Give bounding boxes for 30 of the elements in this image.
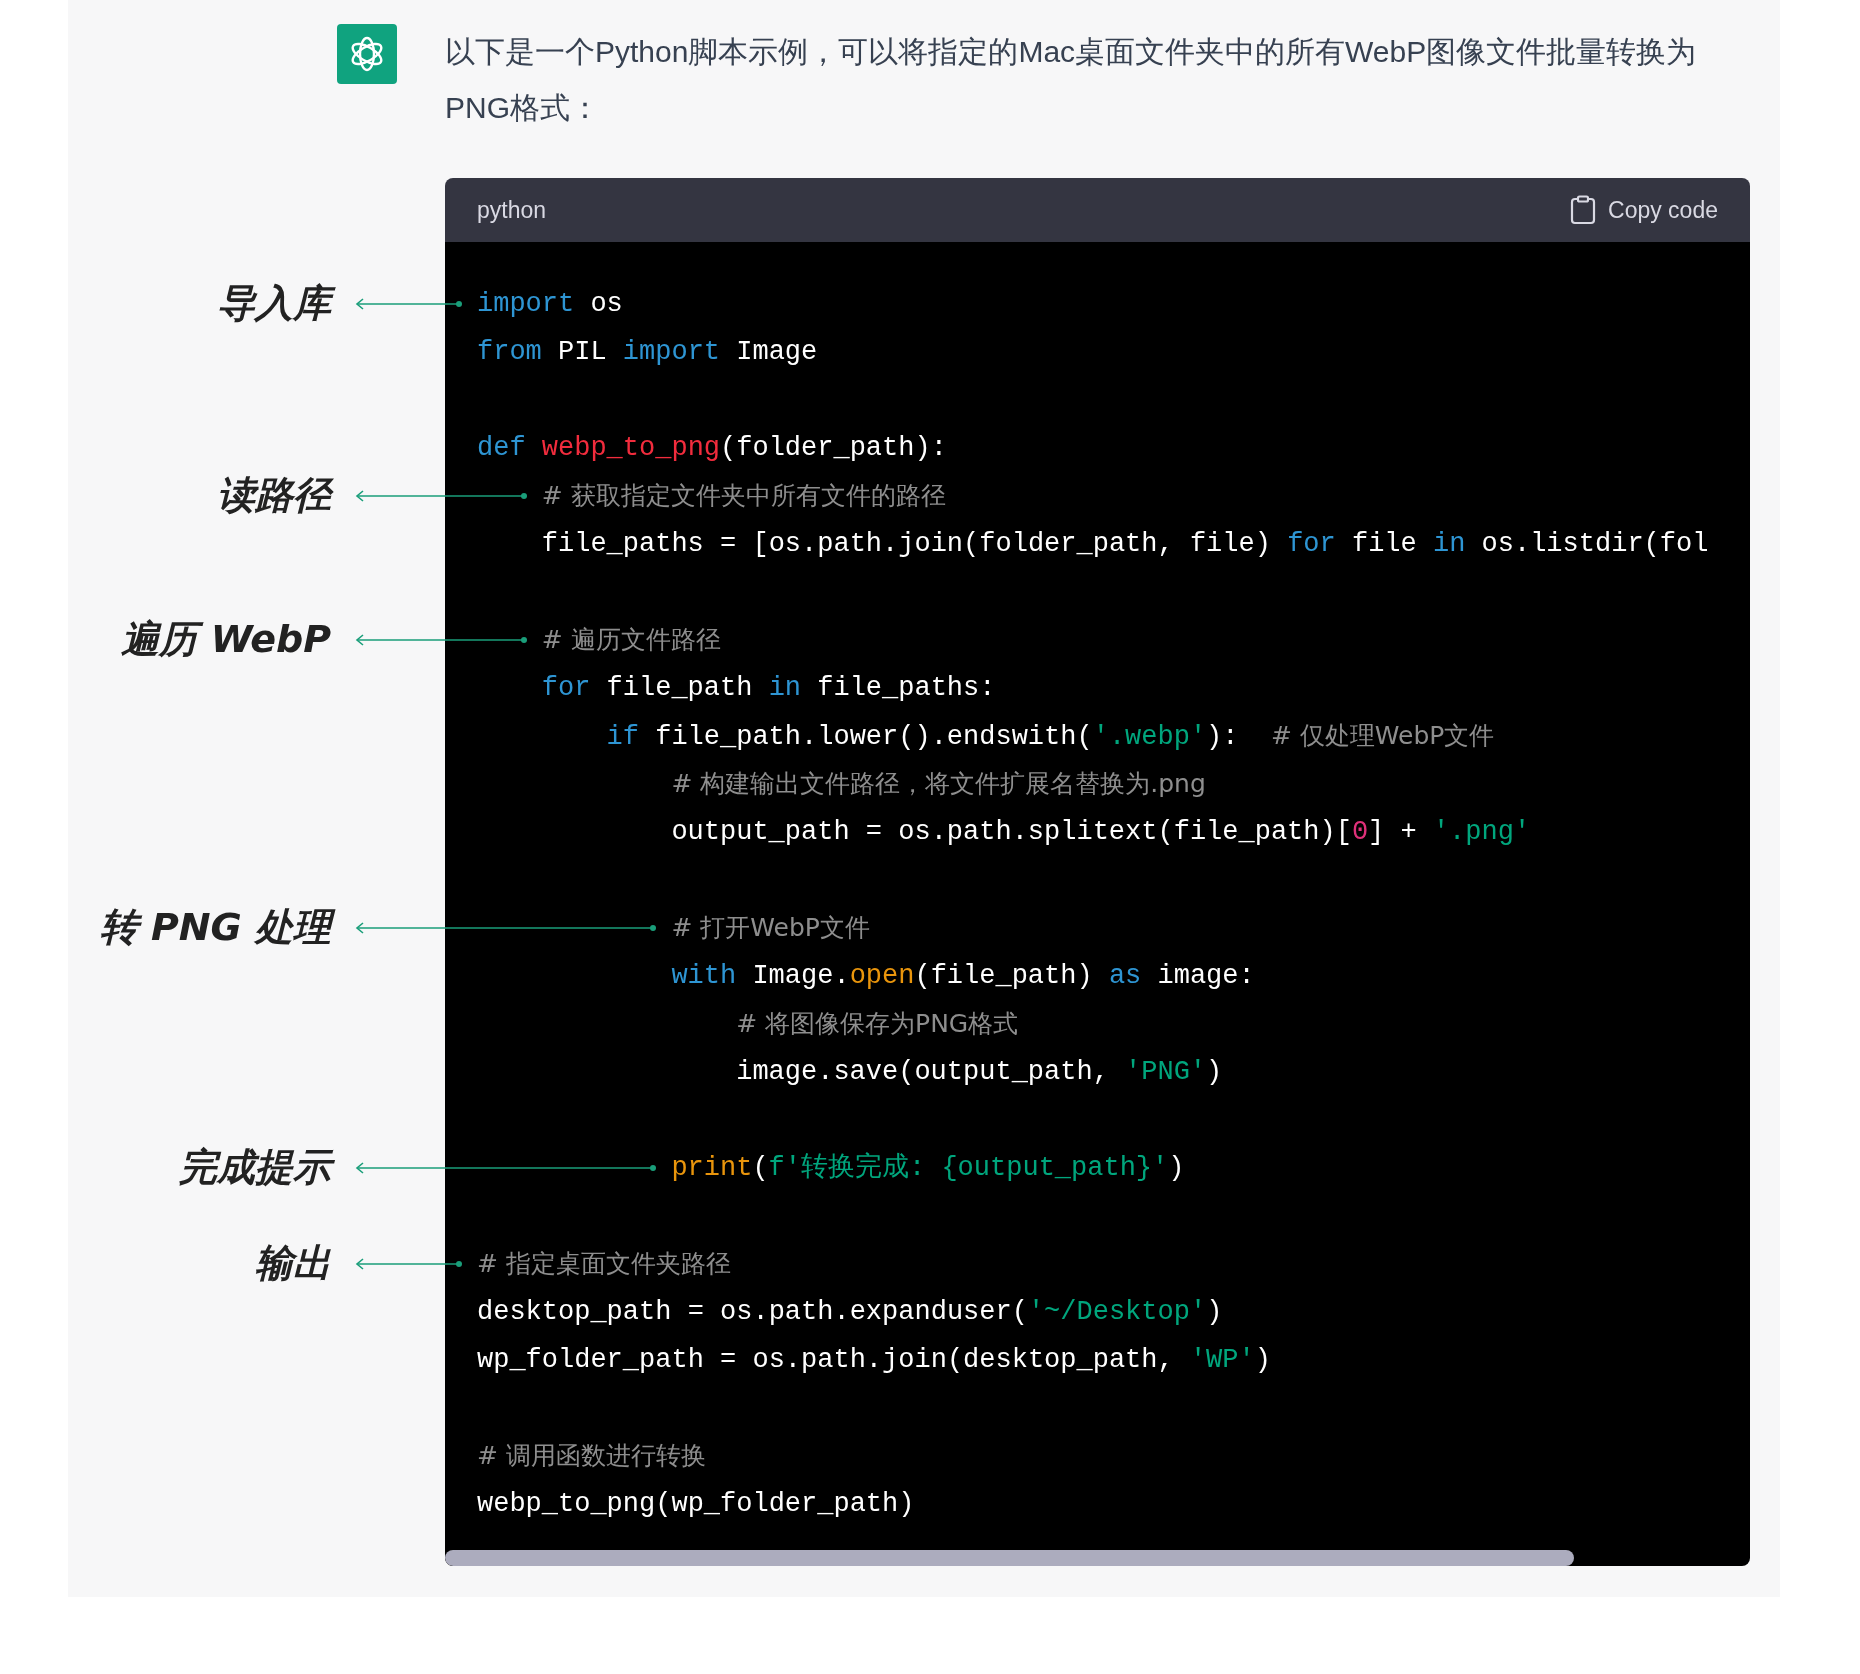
code-line: # 构建输出文件路径，将文件扩展名替换为.png xyxy=(671,768,1206,800)
annotation-label: 读路径 xyxy=(211,462,339,528)
code-line: if file_path.lower().endswith('.webp'): # 仅处理WebP文件 xyxy=(606,720,1495,754)
code-line: import os xyxy=(477,288,623,321)
code-line: print(f'转换完成: {output_path}') xyxy=(671,1151,1185,1185)
annotation-label: 遍历 WebP xyxy=(120,616,332,663)
code-line: webp_to_png(wp_folder_path) xyxy=(477,1488,915,1521)
code-line: # 指定桌面文件夹路径 xyxy=(477,1248,731,1280)
code-line: # 打开WebP文件 xyxy=(671,912,870,944)
code-line: wp_folder_path = os.path.join(desktop_path, 'WP') xyxy=(477,1344,1271,1377)
message-text: 以下是一个Python脚本示例，可以将指定的Mac桌面文件夹中的所有WebP图像文件批量转换为PNG格式： xyxy=(445,34,1698,126)
language-label: python xyxy=(477,195,547,225)
code-line: def webp_to_png(folder_path): xyxy=(477,432,947,465)
code-line: # 遍历文件路径 xyxy=(541,624,721,656)
code-line: for file_path in file_paths: xyxy=(541,672,996,705)
code-line: output_path = os.path.splitext(file_path)[0] + '.png' xyxy=(671,816,1531,849)
code-line: with Image.open(file_path) as image: xyxy=(671,960,1255,993)
clipboard-icon xyxy=(1570,195,1597,225)
code-line: image.save(output_path, 'PNG') xyxy=(736,1056,1223,1089)
code-line: from PIL import Image xyxy=(477,336,818,369)
code-line: # 获取指定文件夹中所有文件的路径 xyxy=(541,480,946,512)
code-line: file_paths = [os.path.join(folder_path, file) for file in os.listdir(fol xyxy=(541,528,1709,561)
annotation-label: 完成提示 xyxy=(173,1134,339,1200)
copy-code-button[interactable]: Copy code xyxy=(1570,192,1718,228)
annotation-label: 输出 xyxy=(254,1240,332,1287)
annotation-label: 转 PNG 处理 xyxy=(93,894,339,960)
annotation-label: 导入库 xyxy=(211,270,339,336)
code-line: # 将图像保存为PNG格式 xyxy=(736,1008,1019,1040)
code-line: desktop_path = os.path.expanduser('~/Desktop') xyxy=(477,1296,1223,1329)
code-line: # 调用函数进行转换 xyxy=(477,1440,706,1472)
